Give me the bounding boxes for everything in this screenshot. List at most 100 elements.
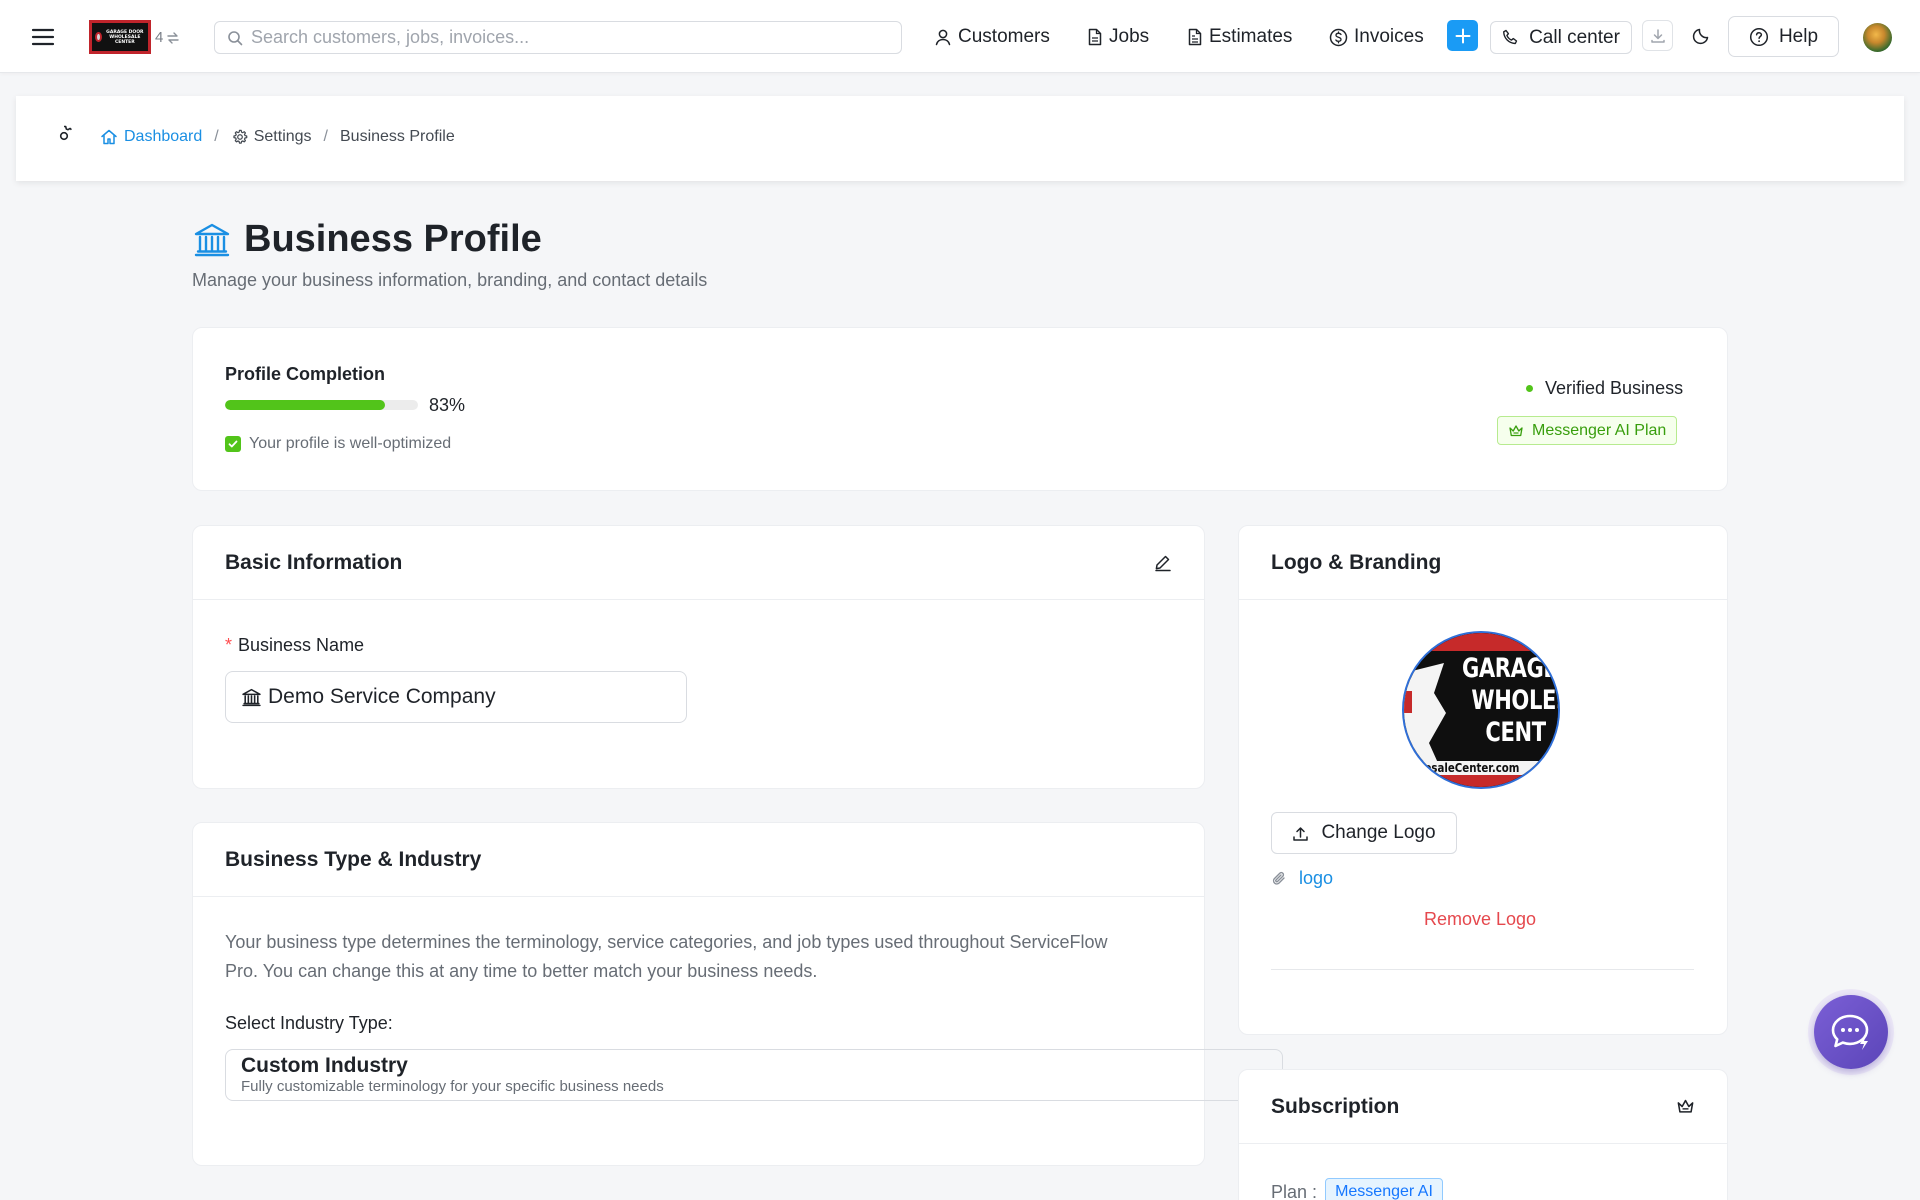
business-logo-preview: GARAGE WHOLES CENT olesaleCenter.com <box>1402 631 1560 789</box>
help-icon <box>1749 27 1769 46</box>
completion-percent: 83% <box>429 395 466 415</box>
user-icon <box>935 29 951 46</box>
verified-badge: Verified Business <box>1526 378 1683 399</box>
nav-invoices-label: Invoices <box>1354 26 1424 47</box>
settings-gear-button[interactable] <box>51 123 77 149</box>
crown-icon <box>1677 1099 1694 1113</box>
business-name-label-text: Business Name <box>238 635 365 655</box>
help-label: Help <box>1778 25 1819 47</box>
chat-widget-inner <box>1814 995 1888 1069</box>
logo-line: CENT <box>1485 717 1546 748</box>
phone-icon <box>1503 29 1518 45</box>
logo-line: GARAGE <box>1462 653 1558 684</box>
upload-icon <box>1293 826 1309 841</box>
breadcrumb-dashboard-label: Dashboard <box>124 128 203 145</box>
user-avatar[interactable] <box>1863 23 1892 52</box>
branding-header: Logo & Branding <box>1239 526 1727 600</box>
check-icon <box>225 436 241 452</box>
account-count: 4 <box>155 29 164 46</box>
logo-line: WHOLES <box>1471 685 1558 716</box>
business-name-field[interactable]: Demo Service Company <box>225 671 687 723</box>
industry-selected-subtitle: Fully customizable terminology for your … <box>241 1078 664 1095</box>
chat-widget-button[interactable] <box>1808 989 1894 1075</box>
plan-value-tag: Messenger AI <box>1325 1178 1443 1200</box>
basic-info-header: Basic Information <box>193 526 1204 600</box>
required-mark: * <box>225 635 233 655</box>
page-title-text: Business Profile <box>244 218 542 260</box>
divider <box>1271 969 1694 970</box>
verified-dot <box>1526 385 1533 392</box>
completion-status: Your profile is well-optimized <box>225 435 451 453</box>
account-switcher[interactable]: 4 <box>155 29 180 46</box>
nav-estimates-label: Estimates <box>1209 26 1293 47</box>
call-center-label: Call center <box>1529 26 1620 48</box>
completion-label: Profile Completion <box>225 364 386 384</box>
crown-icon <box>1509 424 1523 436</box>
verified-text: Verified Business <box>1545 378 1684 398</box>
nav-customers[interactable]: Customers <box>934 24 1050 50</box>
plus-icon <box>1455 28 1470 43</box>
logo-file-link[interactable]: logo <box>1271 868 1333 889</box>
logo-emblem <box>95 32 102 42</box>
global-search[interactable] <box>214 21 902 54</box>
nav-jobs-label: Jobs <box>1109 26 1150 47</box>
remove-logo-button[interactable]: Remove Logo <box>1424 909 1536 930</box>
edit-button[interactable] <box>1154 554 1172 572</box>
search-icon <box>228 30 243 45</box>
dollar-icon <box>1329 28 1348 46</box>
dark-mode-toggle[interactable] <box>1686 20 1717 51</box>
industry-select[interactable]: Custom Industry Fully customizable termi… <box>225 1049 1283 1101</box>
menu-icon <box>31 28 55 46</box>
bank-icon <box>242 688 261 706</box>
settings-icon <box>233 129 248 144</box>
nav-customers-label: Customers <box>958 26 1050 47</box>
nav-invoices[interactable]: Invoices <box>1329 24 1424 50</box>
breadcrumb-separator: / <box>323 128 328 145</box>
plan-tag-label: Messenger AI Plan <box>1532 421 1667 439</box>
business-type-card: Business Type & Industry Your business t… <box>192 822 1283 1166</box>
subscription-plan-row: Plan : Messenger AI <box>1271 1178 1443 1200</box>
industry-selected-title: Custom Industry <box>241 1054 408 1077</box>
business-type-description: Your business type determines the termin… <box>225 932 1108 981</box>
company-logo[interactable]: GARAGE DOOR WHOLESALE CENTER <box>89 20 151 54</box>
nav-jobs[interactable]: Jobs <box>1087 24 1149 50</box>
breadcrumb-current: Business Profile <box>340 128 455 145</box>
settings-icon <box>59 125 72 141</box>
breadcrumb: Dashboard / Settings / Business Profile <box>100 128 455 146</box>
business-type-header: Business Type & Industry <box>193 823 1204 897</box>
change-logo-label: Change Logo <box>1321 822 1436 843</box>
breadcrumb-separator: / <box>214 128 219 145</box>
search-input[interactable] <box>251 27 851 48</box>
paperclip-icon <box>1272 871 1285 885</box>
edit-icon <box>1155 555 1171 571</box>
branding-title: Logo & Branding <box>1271 550 1442 574</box>
industry-select-value: Custom Industry Fully customizable termi… <box>241 1054 664 1096</box>
logo-mark: GARAGE DOOR WHOLESALE CENTER <box>92 23 148 51</box>
create-new-button[interactable] <box>1447 20 1478 51</box>
plan-label-text: Plan <box>1271 1181 1308 1200</box>
basic-info-title: Basic Information <box>225 550 403 574</box>
completion-status-text: Your profile is well-optimized <box>249 435 452 452</box>
nav-estimates[interactable]: Estimates <box>1187 24 1292 50</box>
business-name-value: Demo Service Company <box>268 685 496 708</box>
business-name-label: * Business Name <box>225 635 364 656</box>
industry-select-label: Select Industry Type: <box>225 1013 393 1033</box>
change-logo-button[interactable]: Change Logo <box>1271 812 1457 854</box>
call-center-button[interactable]: Call center <box>1490 21 1632 54</box>
breadcrumb-settings[interactable]: Settings <box>231 128 312 146</box>
download-button[interactable] <box>1642 20 1673 51</box>
help-button[interactable]: Help <box>1728 16 1839 57</box>
logo-file-name: logo <box>1299 868 1334 888</box>
breadcrumb-dashboard[interactable]: Dashboard <box>100 128 202 146</box>
completion-progress-bar <box>225 400 418 410</box>
page-title: Business Profile <box>192 218 542 261</box>
logo-url: olesaleCenter.com <box>1414 761 1520 775</box>
plan-tag: Messenger AI Plan <box>1497 416 1678 445</box>
plan-colon: : <box>1312 1181 1318 1200</box>
estimate-icon <box>1188 28 1202 46</box>
basic-info-card: Basic Information * Business Name Demo Se… <box>192 525 1205 789</box>
page-subtitle: Manage your business information, brandi… <box>192 270 708 290</box>
breadcrumb-settings-label: Settings <box>253 128 312 145</box>
menu-button[interactable] <box>30 24 56 50</box>
profile-completion-card <box>192 327 1728 491</box>
